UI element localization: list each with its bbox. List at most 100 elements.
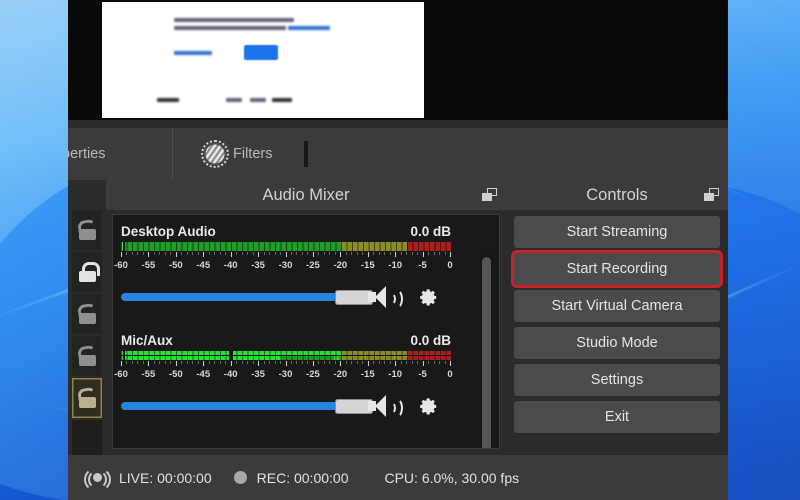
source-toolbar: perties Filters [68,128,728,180]
meter-tick [208,361,210,364]
filters-button[interactable]: Filters [201,128,272,180]
level-meter [121,242,451,251]
meter-tick [126,252,128,255]
meter-tick [137,252,139,255]
meter-tick [312,361,314,366]
lock-toggle-selected[interactable] [72,378,102,418]
meter-tick [356,252,358,255]
meter-scale-label: -60 [114,260,128,271]
meter-tick [318,252,320,255]
meter-tick [241,252,243,255]
lock-open-icon [76,218,97,240]
broadcast-icon [84,466,111,492]
track-header: Mic/Aux 0.0 dB [121,333,451,348]
start-virtual-camera-button[interactable]: Start Virtual Camera [514,290,720,322]
meter-tick [230,361,232,366]
meter-tick [148,361,150,366]
meter-scale-labels: -60 -55 -50 -45 -40 -35 -30 -25 -20 -15 -10 -5 0 [114,260,453,273]
button-label: Start Recording [566,261,668,277]
meter-tick [367,252,369,257]
start-recording-button[interactable]: Start Recording [514,253,720,285]
meter-tick [230,252,232,257]
meter-tick [351,361,353,364]
meter-tick [175,252,177,257]
meter-tick [400,252,402,255]
popout-icon[interactable] [704,188,719,201]
meter-tick [285,252,287,257]
lock-toggle[interactable] [72,210,102,250]
meter-tick [252,252,254,255]
meter-tick [181,252,183,255]
meter-tick [400,361,402,364]
meter-tick [428,361,430,364]
popout-icon[interactable] [482,188,497,201]
lock-closed-icon [78,262,100,282]
volume-slider[interactable] [121,391,373,421]
meter-tick [340,361,342,366]
lock-toggle[interactable] [72,336,102,376]
meter-scale-label: 0 [447,369,453,380]
meter-tick [395,252,397,257]
preview-area[interactable] [68,0,728,128]
gear-icon[interactable] [414,393,440,419]
meter-scale-ticks [121,252,451,260]
meter-tick [269,361,271,364]
meter-tick [197,252,199,255]
start-streaming-button[interactable]: Start Streaming [514,216,720,248]
button-label: Settings [590,372,644,388]
meter-tick [307,361,309,364]
meter-tick [373,252,375,255]
meter-tick [214,252,216,255]
volume-slider[interactable] [121,282,373,312]
meter-tick [269,252,271,255]
controls-button-list: Start Streaming Start Recording Start Vi… [514,216,720,438]
properties-label: perties [68,146,106,162]
gear-icon[interactable] [414,284,440,310]
meter-tick [148,252,150,257]
meter-tick [378,252,380,255]
meter-tick [197,361,199,364]
meter-scale-label: -30 [278,369,293,380]
meter-tick [225,361,227,364]
settings-button[interactable]: Settings [514,364,720,396]
meter-tick [164,252,166,255]
mixer-scrollbar[interactable] [481,255,492,448]
meter-tick [236,361,238,364]
speaker-icon[interactable] [367,393,403,419]
meter-tick [433,252,435,255]
meter-scale-label: -45 [196,369,211,380]
meter-tick [345,252,347,255]
button-label: Exit [604,409,630,425]
studio-mode-button[interactable]: Studio Mode [514,327,720,359]
meter-tick [312,252,314,257]
lock-toggle[interactable] [72,252,102,292]
track-name: Mic/Aux [121,333,173,348]
meter-scale-label: -30 [278,260,293,271]
meter-tick [395,361,397,366]
exit-button[interactable]: Exit [514,401,720,433]
meter-scale-label: -10 [388,260,403,271]
meter-tick [406,361,408,364]
lock-toggle[interactable] [72,294,102,334]
toolbar-divider [172,128,173,180]
meter-tick [175,361,177,366]
meter-tick [384,361,386,364]
meter-tick [126,361,128,364]
meter-tick [329,361,331,364]
audio-mixer-body: Desktop Audio 0.0 dB -60 -55 -50 -45 -40 -35-… [112,214,500,449]
meter-tick [323,252,325,255]
meter-tick [219,361,221,364]
speaker-icon[interactable] [367,284,403,310]
meter-tick [274,361,276,364]
meter-scale-label: -5 [418,369,427,380]
meter-scale-label: -20 [333,369,348,380]
meter-tick [373,361,375,364]
mixer-scrollbar-thumb[interactable] [482,257,491,448]
meter-scale-label: -45 [196,260,211,271]
meter-tick [285,361,287,366]
controls-title: Controls [586,185,648,204]
rail-empty [72,420,102,455]
properties-button[interactable]: perties [68,128,106,180]
volume-row [121,391,451,421]
meter-tick [329,252,331,255]
